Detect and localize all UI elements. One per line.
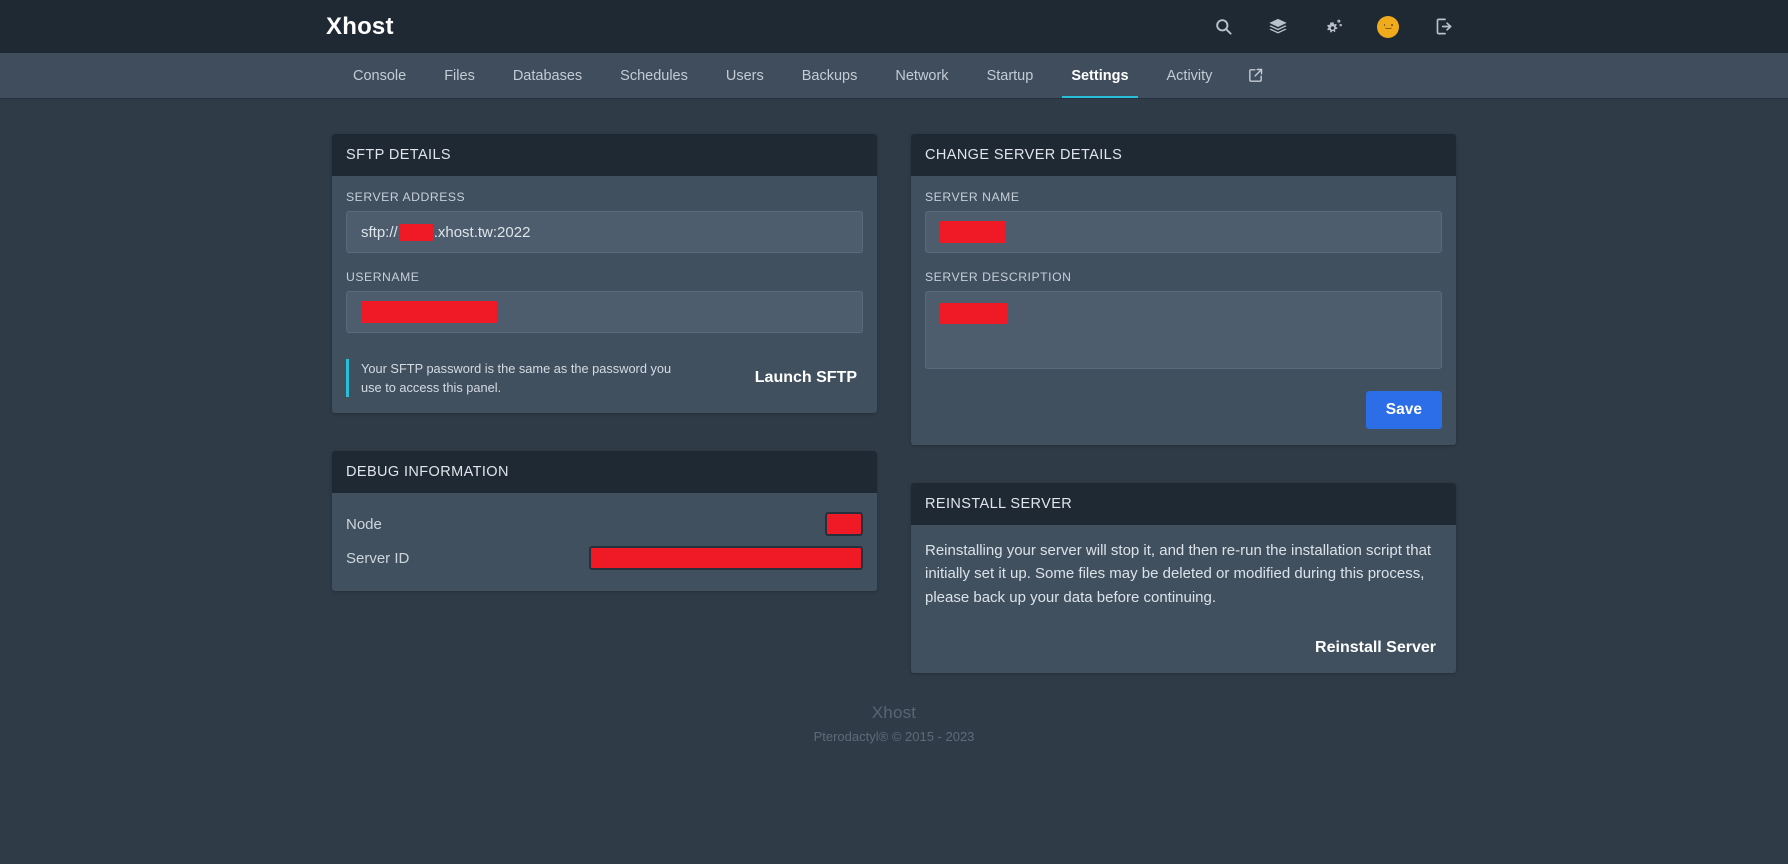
debug-value [825,512,863,537]
debug-key: Node [346,515,382,533]
tab-users[interactable]: Users [707,53,783,98]
redaction-box [589,546,863,571]
tab-label: Schedules [620,67,688,84]
sftp-password-note: Your SFTP password is the same as the pa… [346,359,691,398]
change-server-details-card: CHANGE SERVER DETAILS SERVER NAME SERVER… [911,134,1456,445]
server-address-label: SERVER ADDRESS [346,190,466,204]
layers-icon[interactable] [1267,16,1289,38]
debug-row-server-id: Server ID [346,541,863,575]
tab-label: Files [444,67,475,84]
redaction-box [825,512,863,537]
redacted-host [398,223,433,241]
app-root: Xhost Console Files Databases Schedules … [0,0,1788,864]
debug-information-title: DEBUG INFORMATION [332,451,877,494]
server-address-prefix: sftp:// [361,223,398,241]
tab-label: Console [353,67,407,84]
debug-value [589,546,863,571]
logout-icon[interactable] [1432,16,1454,38]
debug-key: Server ID [346,549,410,567]
brand-title: Xhost [326,12,394,40]
debug-information-card: DEBUG INFORMATION Node Server ID [332,451,877,592]
tab-label: Databases [512,67,583,84]
server-address-input[interactable]: sftp:// .xhost.tw:2022 [346,211,863,253]
redacted-server-name [940,221,1006,243]
redacted-server-id [591,548,861,569]
footer-brand: Xhost [871,702,917,722]
tab-label: Activity [1166,67,1213,84]
tab-startup[interactable]: Startup [968,53,1053,98]
tab-databases[interactable]: Databases [494,53,601,98]
redacted-server-description [940,303,1007,324]
tab-label: Network [895,67,949,84]
server-name-input[interactable] [925,211,1442,253]
sub-navigation: Console Files Databases Schedules Users … [0,53,1788,98]
cogs-icon[interactable] [1322,16,1344,38]
server-description-field: SERVER DESCRIPTION [925,270,1442,369]
save-row: Save [925,391,1442,429]
footer-copyright: Pterodactyl® © 2015 - 2023 [813,728,975,744]
tab-label: Settings [1071,67,1129,84]
page-content: SFTP DETAILS SERVER ADDRESS sftp:// .xhos… [0,98,1788,864]
tab-settings[interactable]: Settings [1052,53,1147,98]
left-column: SFTP DETAILS SERVER ADDRESS sftp:// .xhos… [332,134,877,592]
footer: Xhost Pterodactyl® © 2015 - 2023 [0,673,1788,744]
tab-label: Startup [986,67,1034,84]
sftp-details-title: SFTP DETAILS [332,134,877,176]
sftp-username-label: USERNAME [346,270,420,284]
server-name-label: SERVER NAME [925,190,1020,204]
save-button[interactable]: Save [1365,391,1442,429]
tab-label: Backups [801,67,858,84]
redacted-node [827,514,861,535]
launch-sftp-button[interactable]: Launch SFTP [755,369,863,387]
top-bar: Xhost [0,0,1788,53]
change-server-details-title: CHANGE SERVER DETAILS [911,134,1456,176]
debug-row-node: Node [346,507,863,541]
search-icon[interactable] [1212,16,1234,38]
avatar[interactable] [1377,15,1399,38]
server-description-label: SERVER DESCRIPTION [925,270,1072,284]
server-description-textarea[interactable] [925,291,1442,369]
tab-files[interactable]: Files [425,53,494,98]
redacted-username [361,301,497,323]
right-column: CHANGE SERVER DETAILS SERVER NAME SERVER… [911,134,1456,673]
tab-schedules[interactable]: Schedules [601,53,707,98]
tab-backups[interactable]: Backups [783,53,877,98]
sftp-username-input[interactable] [346,291,863,333]
tab-network[interactable]: Network [876,53,967,98]
tab-label: Users [725,67,764,84]
sub-navigation-list: Console Files Databases Schedules Users … [334,53,1454,98]
server-address-suffix: .xhost.tw:2022 [433,223,531,241]
reinstall-row: Reinstall Server [925,639,1442,657]
external-link-icon[interactable] [1231,53,1280,98]
server-name-field: SERVER NAME [925,190,1442,253]
reinstall-warning-text: Reinstalling your server will stop it, a… [925,542,1432,606]
tab-activity[interactable]: Activity [1148,53,1232,98]
reinstall-server-button[interactable]: Reinstall Server [1315,639,1442,657]
reinstall-server-title: REINSTALL SERVER [911,483,1456,525]
sftp-username-field: USERNAME [346,270,863,333]
settings-grid: SFTP DETAILS SERVER ADDRESS sftp:// .xhos… [332,98,1456,673]
tab-console[interactable]: Console [334,53,425,98]
top-bar-icons [1212,15,1454,38]
sftp-note-row: Your SFTP password is the same as the pa… [346,359,863,398]
reinstall-server-card: REINSTALL SERVER Reinstalling your serve… [911,483,1456,673]
server-address-field: SERVER ADDRESS sftp:// .xhost.tw:2022 [346,190,863,253]
sftp-details-card: SFTP DETAILS SERVER ADDRESS sftp:// .xhos… [332,134,877,414]
